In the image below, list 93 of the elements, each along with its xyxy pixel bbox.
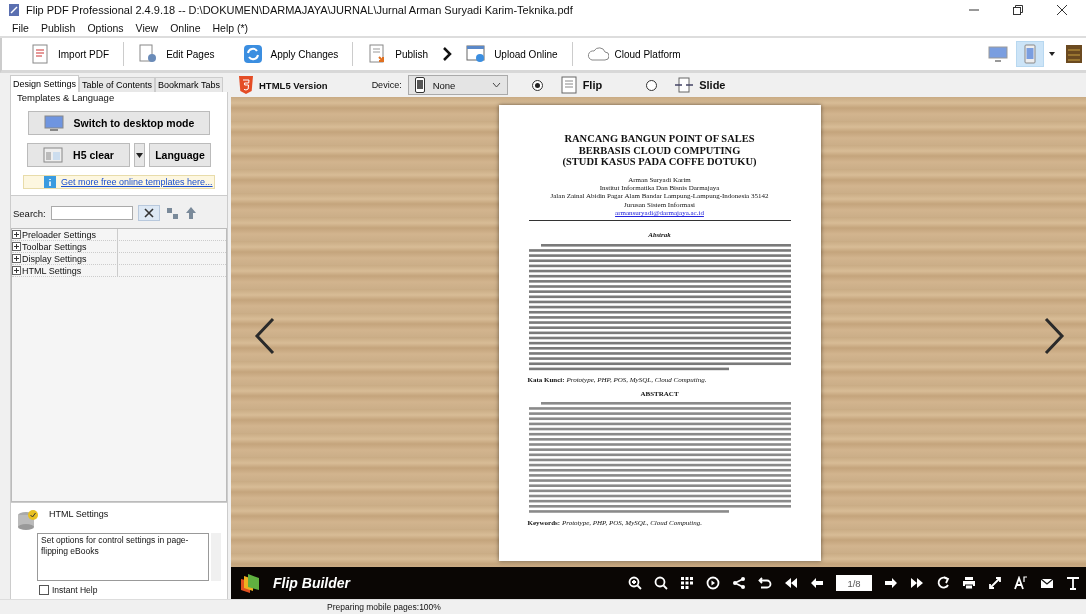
double-right-icon[interactable]	[910, 576, 924, 590]
cloud-icon	[586, 44, 609, 64]
html5-icon	[239, 76, 253, 94]
restore-icon[interactable]	[1012, 4, 1024, 16]
document-title: RANCANG BANGUN POINT OF SALES BERBASIS CLOUD COMPUTING (STUDI KASUS PADA COFFE DOTUKU)	[562, 133, 757, 168]
switch-mode-button[interactable]: Switch to desktop mode	[28, 111, 210, 135]
toolbar-button[interactable]: Edit Pages	[124, 39, 229, 69]
database-check-icon	[17, 509, 39, 531]
expand-icon[interactable]	[12, 230, 21, 239]
previous-page-icon[interactable]	[253, 317, 277, 355]
search-field[interactable]	[50, 206, 133, 220]
font-size-icon[interactable]	[1014, 576, 1028, 590]
dropdown-button[interactable]	[134, 143, 145, 167]
phone-icon	[1024, 44, 1036, 64]
radio-button[interactable]	[531, 79, 543, 91]
page-number-field[interactable]: 1/8	[836, 575, 872, 591]
monitor-icon	[43, 115, 64, 131]
radio-button[interactable]	[646, 79, 658, 91]
phone-icon	[414, 77, 425, 93]
menu-item[interactable]: Online	[170, 22, 201, 34]
chevron-icon	[442, 47, 453, 61]
undo-icon[interactable]	[758, 576, 772, 590]
tree-item[interactable]: HTML Settings	[12, 265, 118, 276]
close-icon[interactable]	[1056, 4, 1068, 16]
search-icon[interactable]	[654, 576, 668, 590]
tree-item[interactable]: Toolbar Settings	[12, 241, 118, 252]
help-title: HTML Settings	[49, 509, 109, 519]
menu-item[interactable]: Options	[87, 22, 124, 34]
double-left-icon[interactable]	[784, 576, 798, 590]
refresh-icon	[242, 44, 265, 64]
tree-item[interactable]: Display Settings	[12, 253, 118, 264]
templates-link[interactable]: Get more free online templates here...	[61, 177, 213, 187]
chevron-down-icon	[491, 82, 501, 88]
device-dropdown[interactable]: None	[407, 75, 508, 95]
mode-label: Flip	[582, 79, 603, 91]
expand-icon[interactable]	[12, 242, 21, 251]
dropdown-caret-icon[interactable]	[1048, 51, 1056, 57]
expand-icon[interactable]	[12, 266, 21, 275]
menu-item[interactable]: View	[135, 22, 159, 34]
text-icon[interactable]	[1066, 576, 1080, 590]
info-icon	[44, 176, 56, 188]
tab[interactable]: Bookmark Tabs	[155, 77, 223, 92]
tree-label: Toolbar Settings	[22, 241, 87, 252]
device-label: Device:	[371, 80, 402, 90]
window-title: Flip PDF Professional 2.4.9.18 -- D:\DOKUMEN\DARMAJAYA\JURNAL\Jurnal Arman Suryadi Karim-Teknika.pdf	[26, 4, 574, 16]
expand-icon[interactable]	[12, 254, 21, 263]
search-label: Search:	[13, 207, 46, 219]
tab[interactable]: Table of Contents	[79, 77, 156, 92]
tab[interactable]: Design Settings	[10, 75, 80, 92]
toolbar-button[interactable]: Import PDF	[16, 39, 124, 69]
play-circle-icon[interactable]	[706, 576, 720, 590]
menu-item[interactable]: Help (*)	[212, 22, 249, 34]
monitor-icon	[988, 46, 1008, 62]
share-icon[interactable]	[732, 576, 746, 590]
version-label: HTML5 Version	[259, 79, 328, 91]
brand-name: Flip Builder	[273, 575, 350, 591]
zoom-in-icon[interactable]	[628, 576, 642, 590]
grid-icon[interactable]	[680, 576, 694, 590]
redo-icon[interactable]	[936, 576, 950, 590]
close-icon	[143, 208, 154, 218]
next-page-icon[interactable]	[1042, 317, 1066, 355]
clear-search-button[interactable]	[137, 205, 160, 221]
language-button[interactable]: Language	[149, 143, 211, 167]
toolbar-button[interactable]: Publish	[353, 39, 443, 69]
mail-icon[interactable]	[1040, 576, 1054, 590]
layout-icon	[43, 147, 64, 163]
slide-arrows-icon	[675, 77, 694, 93]
tree-label: HTML Settings	[22, 265, 82, 276]
toolbar-button[interactable]: Apply Changes	[228, 39, 353, 69]
toolbar-button[interactable]: Cloud Platform	[572, 39, 695, 69]
tree-label: Display Settings	[22, 253, 87, 264]
arrow-right-icon[interactable]	[884, 576, 898, 590]
menu-item[interactable]: Publish	[40, 22, 76, 34]
device-value: None	[432, 79, 457, 91]
checkbox[interactable]	[39, 585, 49, 595]
page-icon	[560, 76, 577, 94]
status-text: Preparing mobile pages:100%	[327, 602, 441, 612]
tree-item[interactable]: Preloader Settings	[12, 229, 118, 240]
group-label: Templates & Language	[17, 92, 115, 103]
menu-item[interactable]: File	[12, 22, 29, 34]
arrow-left-icon[interactable]	[810, 576, 824, 590]
tree-label: Preloader Settings	[22, 229, 97, 240]
app-icon	[8, 3, 20, 17]
print-icon[interactable]	[962, 576, 976, 590]
help-text: Set options for control settings in page-flipping eBooks	[37, 533, 209, 581]
template-button[interactable]: H5 clear	[27, 143, 130, 167]
collapse-up-icon[interactable]	[183, 206, 198, 220]
toolbar-button[interactable]: Upload Online	[452, 39, 572, 69]
fullscreen-icon[interactable]	[988, 576, 1002, 590]
book-logo-icon	[239, 573, 261, 593]
checkbox-label: Instant Help	[52, 585, 98, 595]
mode-label: Slide	[699, 79, 726, 91]
caret-icon	[136, 152, 143, 158]
